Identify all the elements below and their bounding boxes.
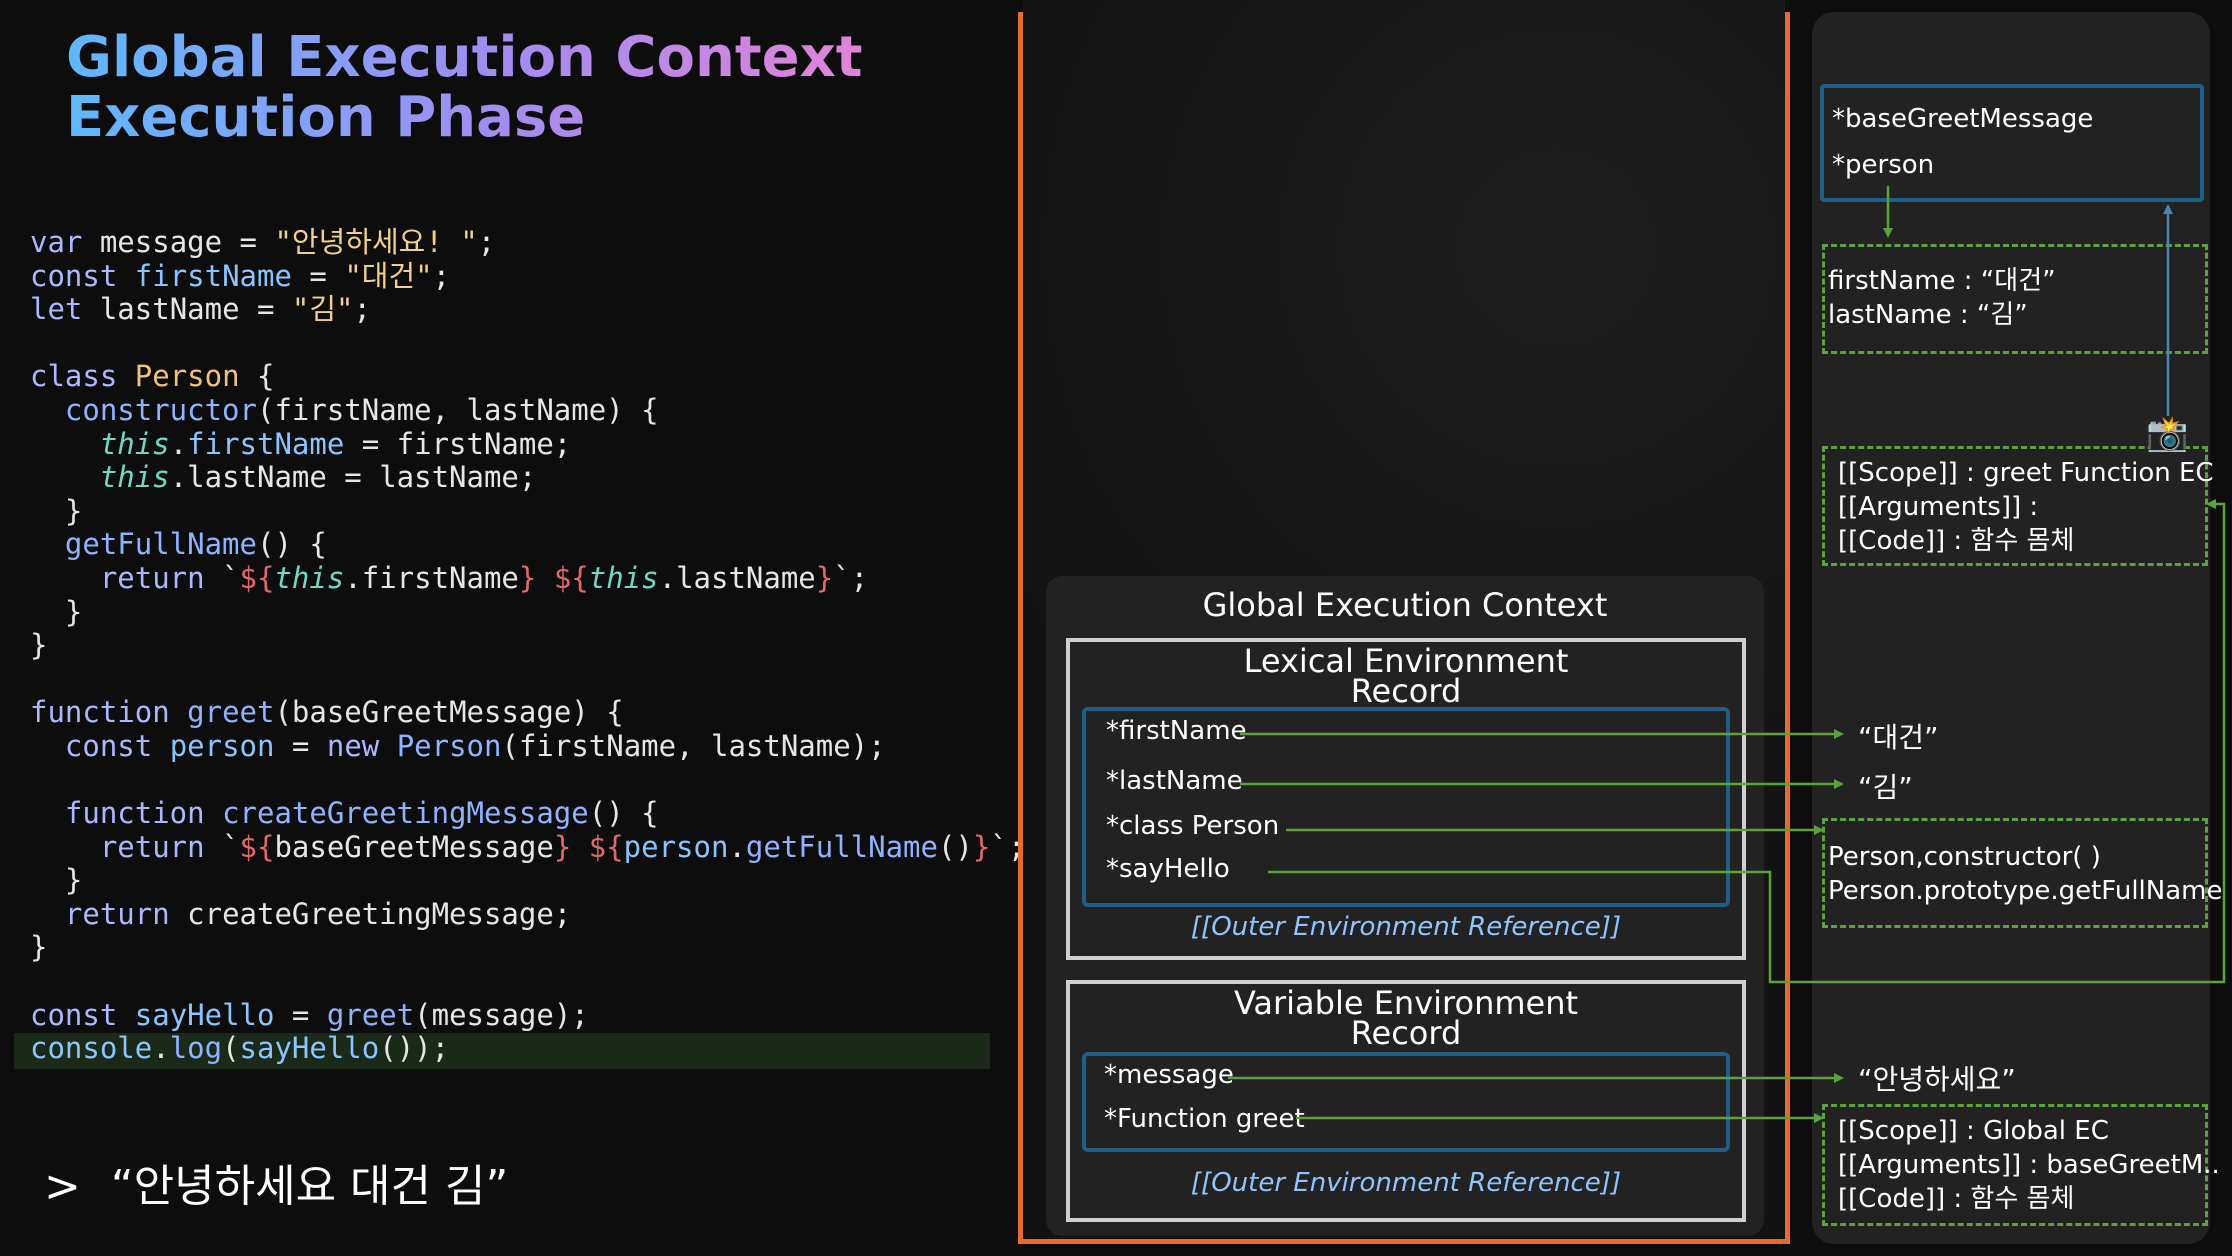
arrow-sayhello xyxy=(1268,499,2226,984)
reference-arrows xyxy=(1228,186,2226,1123)
